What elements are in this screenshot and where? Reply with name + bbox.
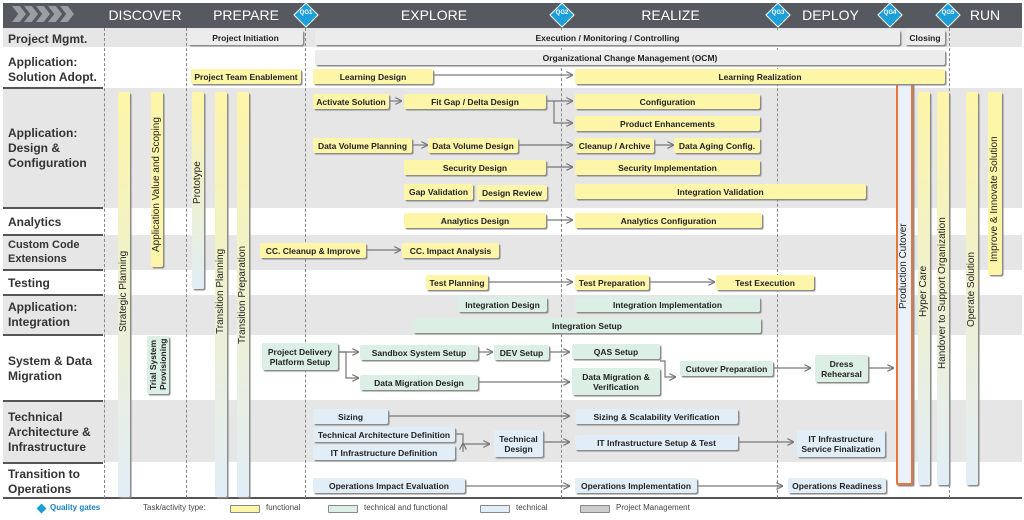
legend-pm: Project Management (616, 503, 690, 512)
task-analytics-config[interactable]: Analytics Configuration (575, 213, 762, 228)
task-technical-design[interactable]: Technical Design (494, 430, 543, 457)
task-gap-validation[interactable]: Gap Validation (404, 184, 473, 200)
task-label: Operate Solution (966, 251, 977, 327)
task-label: Transition Preparation (237, 245, 248, 344)
legend-type-label: Task/activity type: (143, 503, 206, 512)
legend-functional: functional (266, 503, 301, 512)
task-analytics-design[interactable]: Analytics Design (404, 213, 546, 228)
task-operate-solution[interactable]: Operate Solution (966, 92, 978, 485)
task-transition-preparation[interactable]: Transition Preparation (237, 92, 249, 497)
task-hyper-care[interactable]: Hyper Care (918, 92, 930, 485)
task-label: Production Cutover (898, 223, 909, 309)
task-handover[interactable]: Handover to Support Organization (937, 92, 949, 485)
task-dv-planning[interactable]: Data Volume Planning (313, 138, 412, 153)
task-sandbox[interactable]: Sandbox System Setup (360, 345, 478, 360)
task-improve-innovate[interactable]: Improve & Innovate Solution (988, 92, 1002, 275)
task-label: Handover to Support Organization (937, 217, 948, 369)
task-ta-definition[interactable]: Technical Architecture Definition (313, 427, 455, 442)
task-integration-impl[interactable]: Integration Implementation (575, 297, 760, 312)
task-test-preparation[interactable]: Test Preparation (575, 275, 649, 290)
task-dev-setup[interactable]: DEV Setup (494, 345, 549, 360)
task-ops-readiness[interactable]: Operations Readiness (788, 478, 886, 493)
trial-label-2: Provisioning (158, 338, 168, 390)
task-it-setup[interactable]: IT Infrastructure Setup & Test (575, 435, 738, 450)
task-it-finalization[interactable]: IT Infrastructure Service Finalization (797, 430, 885, 457)
task-qas-setup[interactable]: QAS Setup (572, 344, 660, 359)
task-cc-impact[interactable]: CC. Impact Analysis (402, 243, 499, 258)
task-sizing[interactable]: Sizing (313, 409, 388, 424)
task-ops-implementation[interactable]: Operations Implementation (575, 478, 697, 493)
trial-label-1: Trial System (148, 339, 158, 390)
task-it-definition[interactable]: IT Infrastructure Definition (313, 445, 455, 460)
task-test-execution[interactable]: Test Execution (716, 275, 814, 290)
task-app-value-scoping[interactable]: Application Value and Scoping (151, 92, 163, 267)
legend-swatch-functional (230, 505, 260, 513)
task-cutover-prep[interactable]: Cutover Preparation (680, 361, 773, 376)
task-transition-planning[interactable]: Transition Planning (215, 92, 227, 497)
task-test-planning[interactable]: Test Planning (426, 275, 488, 290)
sap-activate-roadmap: DISCOVER PREPARE EXPLORE REALIZE DEPLOY … (0, 0, 1024, 520)
task-cc-cleanup[interactable]: CC. Cleanup & Improve (260, 243, 366, 258)
task-prototype[interactable]: Prototype (192, 92, 204, 289)
task-pdp-setup[interactable]: Project Delivery Platform Setup (262, 343, 338, 370)
task-integration-design[interactable]: Integration Design (458, 297, 547, 312)
task-label: Transition Planning (215, 248, 226, 334)
task-label: Strategic Planning (118, 250, 129, 332)
task-label: Application Value and Scoping (151, 117, 162, 252)
task-security-design[interactable]: Security Design (404, 160, 546, 175)
task-data-aging[interactable]: Data Aging Config. (674, 138, 760, 153)
task-product-enhancements[interactable]: Product Enhancements (575, 116, 760, 131)
task-ops-evaluation[interactable]: Operations Impact Evaluation (313, 478, 465, 493)
legend-quality-gates: Quality gates (50, 503, 101, 512)
task-dv-design[interactable]: Data Volume Design (428, 138, 518, 153)
task-project-initiation[interactable]: Project Initiation (188, 30, 303, 45)
legend-swatch-pm (580, 505, 610, 513)
task-learning-design[interactable]: Learning Design (313, 69, 433, 84)
task-cleanup-archive[interactable]: Cleanup / Archive (575, 138, 654, 153)
task-sizing-verification[interactable]: Sizing & Scalability Verification (575, 409, 738, 424)
task-dress-rehearsal[interactable]: Dress Rehearsal (815, 355, 868, 382)
task-integration-validation[interactable]: Integration Validation (575, 184, 866, 199)
task-security-impl[interactable]: Security Implementation (575, 160, 760, 175)
task-learning-realization[interactable]: Learning Realization (575, 69, 945, 84)
task-activate-solution[interactable]: Activate Solution (313, 94, 389, 109)
task-dm-verification[interactable]: Data Migration & Verification (572, 368, 660, 395)
task-production-cutover[interactable]: Production Cutover (896, 82, 913, 485)
task-closing[interactable]: Closing (905, 30, 945, 45)
task-ocm[interactable]: Organizational Change Management (OCM) (315, 50, 945, 65)
task-label: Improve & Innovate Solution (989, 136, 1000, 262)
task-configuration[interactable]: Configuration (575, 94, 760, 109)
task-label: Prototype (192, 161, 203, 204)
legend-swatch-tech-func (328, 505, 358, 513)
legend-tech-func: technical and functional (364, 503, 448, 512)
task-design-review[interactable]: Design Review (477, 185, 547, 200)
legend-technical: technical (516, 503, 548, 512)
task-strategic-planning[interactable]: Strategic Planning (118, 92, 130, 497)
task-dm-design[interactable]: Data Migration Design (360, 375, 478, 390)
task-integration-setup[interactable]: Integration Setup (413, 318, 761, 333)
legend-swatch-technical (480, 505, 510, 513)
task-team-enablement[interactable]: Project Team Enablement (191, 69, 301, 84)
task-fit-gap[interactable]: Fit Gap / Delta Design (404, 94, 546, 109)
task-execution[interactable]: Execution / Monitoring / Controlling (315, 30, 900, 45)
task-label: Hyper Care (918, 265, 929, 317)
